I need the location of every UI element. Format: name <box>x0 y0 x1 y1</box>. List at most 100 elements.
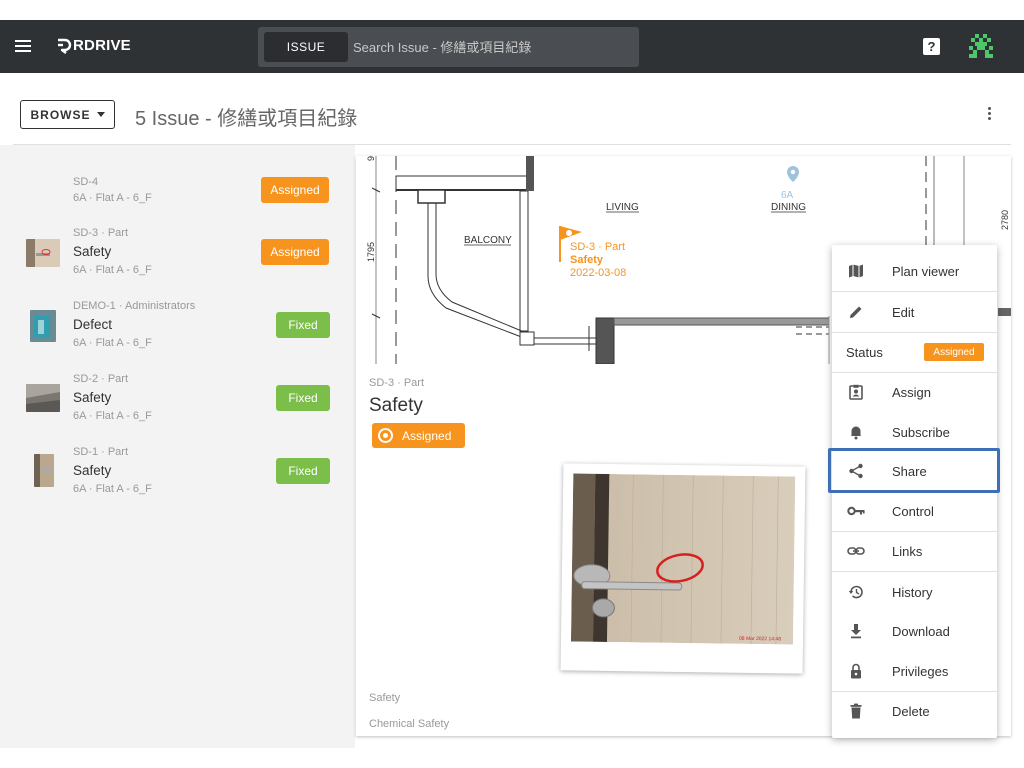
menu-label: Edit <box>892 304 915 320</box>
menu-item-control[interactable]: Control <box>832 491 997 531</box>
issue-subtitle: SD-1 · Part <box>73 446 129 458</box>
plan-dimension: 97 <box>366 156 376 161</box>
bell-icon <box>847 423 865 441</box>
trash-icon <box>847 702 865 720</box>
detail-subtitle: SD-3 · Part <box>369 377 425 389</box>
download-icon <box>847 622 865 640</box>
menu-item-share[interactable]: Share <box>832 451 997 491</box>
menu-item-subscribe[interactable]: Subscribe <box>832 412 997 452</box>
page-title: 5 Issue - 修繕或項目紀錄 <box>135 108 358 130</box>
issue-list-item-sd-3[interactable]: SD-3 · Part Safety 6A · Flat A - 6_F Ass… <box>0 225 355 295</box>
key-icon <box>847 502 865 520</box>
menu-item-delete[interactable]: Delete <box>832 691 997 731</box>
rdrive-logo-icon <box>58 38 72 54</box>
plan-marker-date: 2022-03-08 <box>570 267 626 279</box>
logo-text: RDRIVE <box>73 37 131 54</box>
issue-title: Defect <box>73 317 113 332</box>
status-badge: Assigned <box>261 239 329 265</box>
search-input[interactable] <box>353 32 633 62</box>
plan-label-living: LIVING <box>606 202 639 213</box>
status-label: Status <box>846 344 883 360</box>
issue-thumbnail <box>30 310 56 342</box>
lock-icon <box>847 662 865 680</box>
share-icon <box>847 462 865 480</box>
menu-label: Plan viewer <box>892 263 960 279</box>
issue-thumbnail <box>34 454 54 487</box>
menu-item-history[interactable]: History <box>832 572 997 612</box>
assign-clipboard-icon <box>847 383 865 401</box>
issue-location: 6A · Flat A - 6_F <box>73 192 152 204</box>
issue-subtitle: SD-4 <box>73 176 99 188</box>
issue-title: Safety <box>73 463 112 478</box>
history-icon <box>847 583 865 601</box>
issue-location: 6A · Flat A - 6_F <box>73 264 152 276</box>
detail-title: Safety <box>369 395 423 416</box>
status-badge: Assigned <box>261 177 329 203</box>
issue-location: 6A · Flat A - 6_F <box>73 337 152 349</box>
top-app-bar: RDRIVE ISSUE ? <box>0 20 1024 73</box>
issue-location: 6A · Flat A - 6_F <box>73 483 152 495</box>
page-toolbar: BROWSE 5 Issue - 修繕或項目紀錄 <box>0 73 1024 153</box>
app-logo[interactable]: RDRIVE <box>56 37 131 54</box>
plan-dimension: 2780 <box>1000 210 1010 230</box>
status-badge: Fixed <box>276 312 330 338</box>
browse-button[interactable]: BROWSE <box>20 100 115 129</box>
status-badge: Assigned <box>924 343 984 361</box>
status-ring-icon <box>378 428 393 443</box>
plan-label-balcony: BALCONY <box>464 235 512 246</box>
issue-location: 6A · Flat A - 6_F <box>73 410 152 422</box>
menu-label: Control <box>892 503 934 519</box>
issue-subtitle: SD-3 · Part <box>73 227 129 239</box>
menu-label: History <box>892 584 933 600</box>
search-scope-chip[interactable]: ISSUE <box>264 32 348 62</box>
status-badge: Fixed <box>276 458 330 484</box>
plan-marker-title: Safety <box>570 254 604 266</box>
issue-context-menu: Plan viewer Edit Status Assigned Assign … <box>832 245 997 738</box>
issue-list-item-sd-2[interactable]: SD-2 · Part Safety 6A · Flat A - 6_F Fix… <box>0 371 355 441</box>
browse-button-label: BROWSE <box>30 107 91 122</box>
menu-item-plan-viewer[interactable]: Plan viewer <box>832 251 997 291</box>
plan-label-dining: DINING <box>771 202 806 213</box>
plan-marker-subtitle: SD-3 · Part <box>570 241 625 253</box>
help-icon[interactable]: ? <box>923 38 940 55</box>
menu-label: Privileges <box>892 663 949 679</box>
menu-label: Delete <box>892 703 930 719</box>
menu-label: Assign <box>892 384 932 400</box>
menu-item-edit[interactable]: Edit <box>832 292 997 332</box>
location-pin-icon[interactable] <box>787 166 799 182</box>
more-vert-icon[interactable] <box>986 107 992 123</box>
map-icon <box>847 262 865 280</box>
detail-status-badge[interactable]: Assigned <box>372 423 465 448</box>
issue-list-item-sd-1[interactable]: SD-1 · Part Safety 6A · Flat A - 6_F Fix… <box>0 444 355 514</box>
menu-item-links[interactable]: Links <box>832 531 997 571</box>
issue-title: Safety <box>73 390 112 405</box>
pencil-icon <box>847 303 865 321</box>
menu-item-assign[interactable]: Assign <box>832 372 997 412</box>
menu-label: Subscribe <box>892 424 950 440</box>
issue-list-item-demo-1[interactable]: DEMO-1 · Administrators Defect 6A · Flat… <box>0 298 355 368</box>
issue-photo[interactable]: 08 Mar 2022 14:48 <box>560 463 806 674</box>
photo-timestamp: 08 Mar 2022 14:48 <box>739 636 781 643</box>
detail-status-label: Assigned <box>402 428 452 443</box>
issue-list: SD-4 6A · Flat A - 6_F Assigned SD-3 · P… <box>0 145 355 748</box>
search-bar: ISSUE <box>258 27 639 67</box>
menu-item-privileges[interactable]: Privileges <box>832 651 997 691</box>
menu-label: Download <box>892 623 950 639</box>
caret-down-icon <box>96 112 105 117</box>
status-badge: Fixed <box>276 385 330 411</box>
issue-tag: Safety <box>369 692 401 704</box>
plan-dimension: 1795 <box>366 242 376 262</box>
menu-item-download[interactable]: Download <box>832 611 997 651</box>
menu-label: Links <box>892 543 923 559</box>
issue-tag: Chemical Safety <box>369 718 450 730</box>
menu-hamburger-icon[interactable] <box>15 40 31 52</box>
issue-subtitle: SD-2 · Part <box>73 373 129 385</box>
link-icon <box>847 542 865 560</box>
issue-thumbnail <box>26 384 60 412</box>
user-avatar[interactable] <box>968 33 994 59</box>
issue-title: Safety <box>73 244 112 259</box>
menu-item-status[interactable]: Status Assigned <box>832 332 997 372</box>
app-root: RDRIVE ISSUE ? BROWSE 5 Issue - 修繕或項目紀錄 <box>0 0 1024 768</box>
issue-thumbnail <box>26 239 60 267</box>
plan-room-label: 6A <box>781 190 794 201</box>
